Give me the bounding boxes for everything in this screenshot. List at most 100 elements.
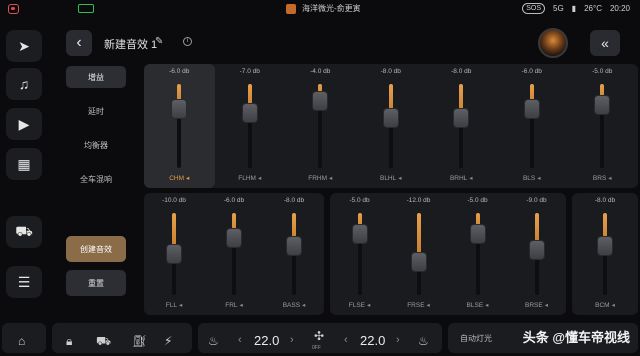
speaker-icon[interactable]: ◂ bbox=[302, 302, 305, 309]
speaker-icon[interactable]: ◂ bbox=[545, 302, 548, 309]
channel-brs[interactable]: -5.0 db BRS ◂ bbox=[567, 64, 638, 188]
channel-bls[interactable]: -6.0 db BLS ◂ bbox=[497, 64, 568, 188]
gain-slider-track[interactable] bbox=[232, 213, 236, 295]
charge-icon[interactable]: ⚡︎ bbox=[164, 334, 172, 348]
channel-brse[interactable]: -9.0 db BRSE ◂ bbox=[507, 193, 566, 315]
gain-slider-handle[interactable] bbox=[352, 224, 367, 243]
channel-label: FRSE ◂ bbox=[389, 301, 448, 309]
back-button[interactable]: ‹ bbox=[66, 30, 92, 56]
channel-name: BASS bbox=[282, 302, 301, 309]
seat-heat-right-icon[interactable]: ♨ bbox=[418, 334, 429, 348]
channel-flse[interactable]: -5.0 db FLSE ◂ bbox=[330, 193, 389, 315]
vehicle-controls: 🔒︎ ⛟ ⛽︎ ⚡︎ bbox=[52, 323, 192, 353]
speaker-icon[interactable]: ◂ bbox=[612, 302, 615, 309]
channel-brhl[interactable]: -8.0 db BRHL ◂ bbox=[426, 64, 497, 188]
gain-slider-track[interactable] bbox=[247, 84, 252, 168]
car-open-icon[interactable]: ⛟ bbox=[96, 334, 111, 350]
info-icon[interactable]: i bbox=[183, 37, 192, 46]
menu-gain[interactable]: 增益 bbox=[66, 66, 126, 88]
channel-fll[interactable]: -10.0 db FLL ◂ bbox=[144, 193, 204, 315]
status-bar: 海洋微光-俞更寅 SOS 5G ▮ 26°C 20:20 bbox=[0, 0, 640, 18]
clock: 20:20 bbox=[609, 4, 630, 13]
channel-label: BRS ◂ bbox=[567, 174, 638, 182]
channel-frhm[interactable]: -4.0 db FRHM ◂ bbox=[285, 64, 356, 188]
channel-gain-value: -9.0 db bbox=[526, 197, 547, 204]
temp-left-up[interactable]: › bbox=[290, 334, 294, 346]
channel-frse[interactable]: -12.0 db FRSE ◂ bbox=[389, 193, 448, 315]
double-chevron-left-icon: « bbox=[601, 35, 609, 51]
channel-gain-value: -6.0 db bbox=[521, 68, 542, 75]
channel-name: BRHL bbox=[449, 175, 468, 182]
speaker-icon[interactable]: ◂ bbox=[258, 175, 261, 182]
car-icon[interactable]: ⛟ bbox=[6, 216, 42, 248]
speaker-icon[interactable]: ◂ bbox=[485, 302, 488, 309]
sos-badge[interactable]: SOS bbox=[522, 3, 546, 14]
channel-bass[interactable]: -8.0 db BASS ◂ bbox=[264, 193, 324, 315]
gain-slider-handle[interactable] bbox=[313, 91, 328, 110]
channel-frl[interactable]: -6.0 db FRL ◂ bbox=[204, 193, 264, 315]
gain-slider-handle[interactable] bbox=[595, 96, 610, 114]
album-avatar[interactable] bbox=[538, 28, 568, 58]
gain-slider-handle[interactable] bbox=[383, 108, 398, 127]
edit-icon[interactable]: ✎ bbox=[155, 36, 163, 47]
gain-slider-handle[interactable] bbox=[287, 236, 301, 255]
channel-name: BRSE bbox=[525, 302, 543, 309]
gain-slider-handle[interactable] bbox=[167, 245, 181, 263]
video-icon[interactable]: ▶ bbox=[6, 108, 42, 140]
channel-gain-value: -5.0 db bbox=[467, 197, 488, 204]
auto-light-label[interactable]: 自动灯光 bbox=[460, 333, 492, 344]
gain-slider-handle[interactable] bbox=[454, 108, 469, 127]
watermark: 头条 @懂车帝视线 bbox=[522, 330, 630, 345]
outside-temperature: 26°C bbox=[584, 4, 602, 13]
lock-icon[interactable]: 🔒︎ bbox=[66, 334, 72, 349]
gain-slider-track[interactable] bbox=[177, 84, 182, 168]
create-preset-button[interactable]: 创建音效 bbox=[66, 236, 126, 262]
music-icon[interactable]: ♫ bbox=[6, 68, 42, 100]
gain-slider-handle[interactable] bbox=[470, 224, 485, 243]
fan-icon[interactable]: ✣ bbox=[314, 329, 324, 343]
seat-heat-left-icon[interactable]: ♨ bbox=[208, 334, 219, 348]
speaker-icon[interactable]: ◂ bbox=[179, 302, 182, 309]
menu-reverb[interactable]: 全车混响 bbox=[66, 168, 126, 190]
now-playing[interactable]: 海洋微光-俞更寅 bbox=[286, 3, 361, 14]
channel-flhm[interactable]: -7.0 db FLHM ◂ bbox=[215, 64, 286, 188]
gain-slider-handle[interactable] bbox=[524, 100, 539, 119]
menu-delay[interactable]: 延时 bbox=[66, 100, 126, 122]
navigation-icon[interactable]: ➤ bbox=[6, 30, 42, 62]
gain-slider-handle[interactable] bbox=[242, 104, 257, 123]
fuel-icon[interactable]: ⛽︎ bbox=[132, 334, 147, 348]
channel-blse[interactable]: -5.0 db BLSE ◂ bbox=[448, 193, 507, 315]
channel-blhl[interactable]: -8.0 db BLHL ◂ bbox=[356, 64, 427, 188]
reset-button[interactable]: 重置 bbox=[66, 270, 126, 296]
speaker-icon[interactable]: ◂ bbox=[608, 175, 611, 182]
gain-slider-handle[interactable] bbox=[227, 228, 241, 247]
gain-slider-track[interactable] bbox=[529, 84, 534, 168]
speaker-icon[interactable]: ◂ bbox=[240, 302, 243, 309]
channel-name: BLHL bbox=[379, 175, 397, 182]
temp-left-down[interactable]: ‹ bbox=[238, 334, 242, 346]
collapse-button[interactable]: « bbox=[590, 30, 620, 56]
temp-right-up[interactable]: › bbox=[396, 334, 400, 346]
gain-slider-handle[interactable] bbox=[598, 236, 612, 255]
temp-left-value: 22.0 bbox=[254, 333, 280, 348]
speaker-icon[interactable]: ◂ bbox=[367, 302, 370, 309]
channel-bcm[interactable]: -8.0 db BCM ◂ bbox=[572, 193, 638, 315]
apps-grid-icon[interactable]: ▦ bbox=[6, 148, 42, 180]
gain-slider-handle[interactable] bbox=[529, 240, 544, 259]
speaker-icon[interactable]: ◂ bbox=[329, 175, 332, 182]
channel-chm[interactable]: -6.0 db CHM ◂ bbox=[144, 64, 215, 188]
menu-equalizer[interactable]: 均衡器 bbox=[66, 134, 126, 156]
home-icon[interactable]: ⌂ bbox=[18, 334, 25, 348]
speaker-icon[interactable]: ◂ bbox=[398, 175, 401, 182]
gain-slider-handle[interactable] bbox=[172, 100, 187, 119]
speaker-icon[interactable]: ◂ bbox=[537, 175, 540, 182]
temp-right-down[interactable]: ‹ bbox=[344, 334, 348, 346]
channel-label: CHM ◂ bbox=[144, 174, 215, 182]
gain-slider-handle[interactable] bbox=[411, 253, 426, 272]
speaker-icon[interactable]: ◂ bbox=[427, 302, 430, 309]
speaker-icon[interactable]: ◂ bbox=[186, 175, 189, 182]
channel-gain-value: -5.0 db bbox=[349, 197, 370, 204]
speaker-icon[interactable]: ◂ bbox=[469, 175, 472, 182]
camera-record-icon[interactable] bbox=[8, 4, 19, 14]
settings-toggle-icon[interactable]: ☰ bbox=[6, 266, 42, 298]
